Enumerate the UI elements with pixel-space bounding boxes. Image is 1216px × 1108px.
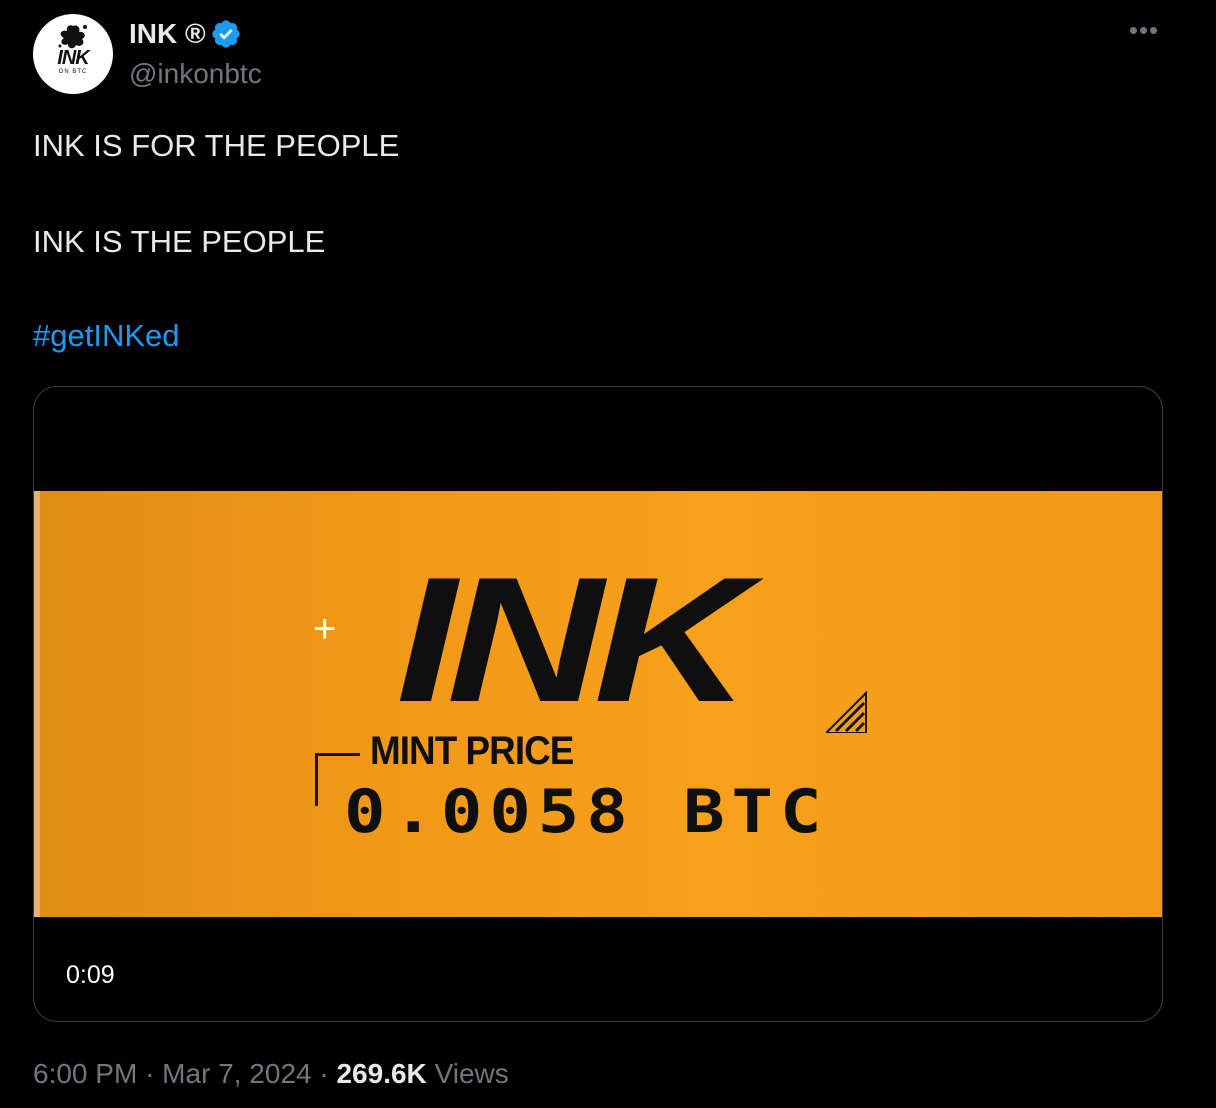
video-frame[interactable]: + INK MINT PRICE 0.0058 BTC bbox=[34, 491, 1162, 917]
tweet-time[interactable]: 6:00 PM bbox=[33, 1058, 137, 1089]
mint-price-label: MINT PRICE bbox=[370, 729, 574, 773]
tweet-date[interactable]: Mar 7, 2024 bbox=[162, 1058, 311, 1089]
hatch-mark-icon bbox=[826, 691, 867, 733]
mint-price-value: 0.0058 BTC bbox=[344, 777, 829, 847]
views-label: Views bbox=[434, 1058, 509, 1089]
tweet-text-line-1: INK IS FOR THE PEOPLE bbox=[33, 128, 400, 163]
frame-edge bbox=[34, 491, 40, 917]
verified-badge-icon[interactable] bbox=[210, 18, 242, 50]
video-title-ink: INK bbox=[396, 540, 750, 739]
plus-mark: + bbox=[313, 607, 337, 651]
hashtag-link[interactable]: #getINKed bbox=[33, 318, 180, 354]
avatar-logo-text: INK bbox=[57, 47, 89, 69]
tweet-meta: 6:00 PM · Mar 7, 2024 · 269.6K Views bbox=[33, 1058, 509, 1090]
handle[interactable]: @inkonbtc bbox=[129, 58, 262, 90]
avatar[interactable]: INK ON BTC bbox=[33, 14, 113, 94]
tweet-text-line-2: INK IS THE PEOPLE bbox=[33, 224, 326, 259]
avatar-mark: INK ON BTC bbox=[33, 14, 113, 94]
more-options-icon[interactable]: ••• bbox=[1124, 17, 1164, 50]
meta-separator: · bbox=[319, 1058, 329, 1089]
views-count[interactable]: 269.6K bbox=[336, 1058, 426, 1089]
video-duration: 0:09 bbox=[58, 959, 123, 992]
video-player[interactable]: + INK MINT PRICE 0.0058 BTC 0:09 bbox=[33, 386, 1163, 1022]
meta-separator: · bbox=[145, 1058, 155, 1089]
display-name[interactable]: INK ® bbox=[129, 18, 206, 50]
name-row: INK ® bbox=[129, 16, 242, 52]
avatar-subtext: ON BTC bbox=[58, 69, 88, 75]
tweet: INK ON BTC INK ® @inkonbtc ••• INK IS FO… bbox=[0, 0, 1216, 1108]
